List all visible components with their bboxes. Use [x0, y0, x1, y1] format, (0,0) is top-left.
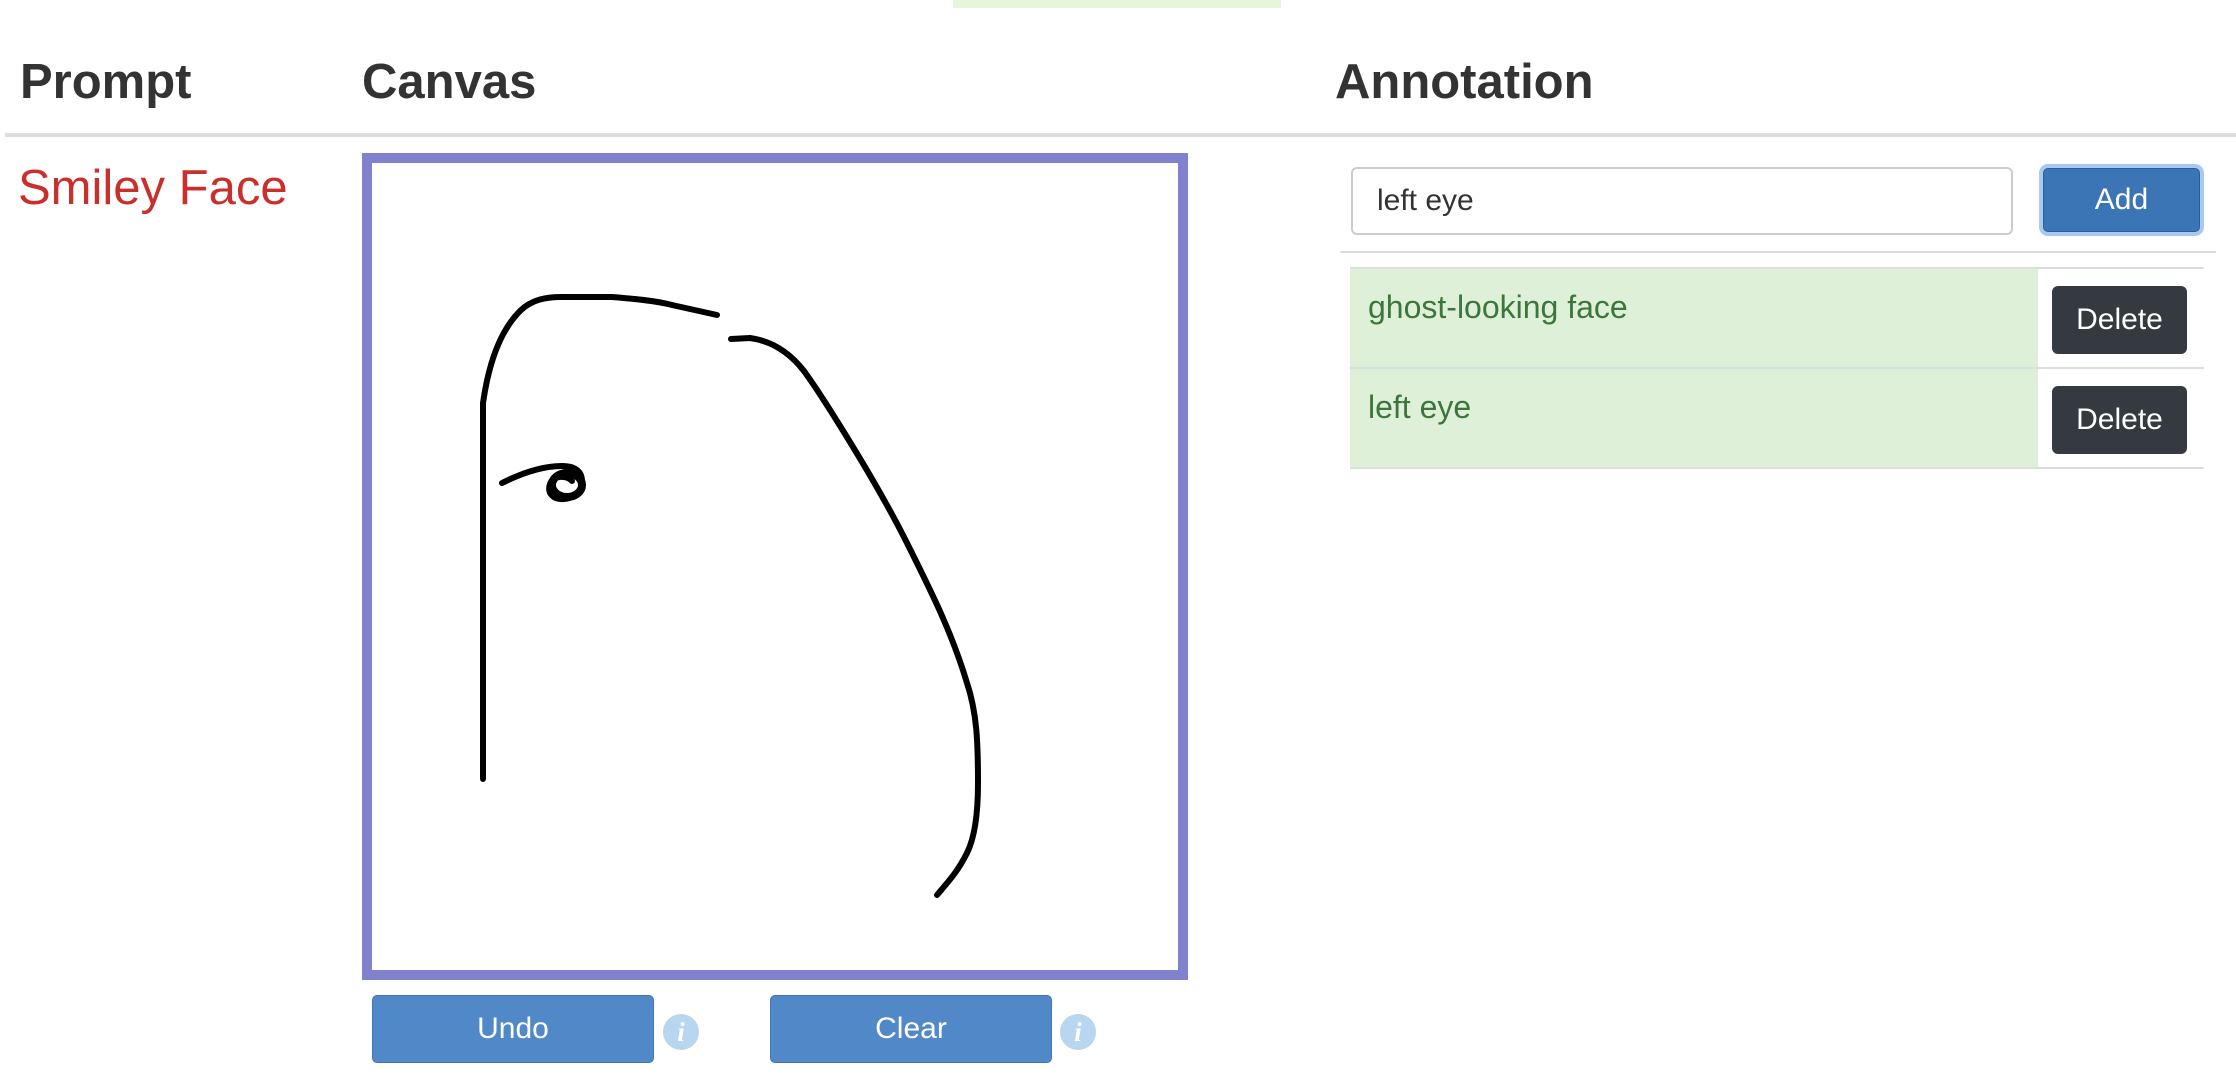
table-header: Prompt Canvas Annotation: [0, 50, 2236, 134]
face-outline-left-stroke: [480, 294, 720, 782]
annotation-input[interactable]: [1351, 167, 2013, 235]
canvas-drawing: [480, 294, 981, 898]
drawing-canvas[interactable]: [362, 153, 1188, 980]
top-notification-strip: [953, 0, 1281, 8]
annotation-label: ghost-looking face: [1350, 269, 2038, 367]
annotation-row: ghost-looking face Delete: [1350, 269, 2204, 369]
clear-button[interactable]: Clear: [770, 995, 1052, 1063]
canvas-column-title: Canvas: [362, 55, 537, 109]
prompt-column-title: Prompt: [20, 55, 192, 109]
annotation-list: ghost-looking face Delete left eye Delet…: [1350, 267, 2204, 469]
delete-annotation-button[interactable]: Delete: [2052, 386, 2187, 454]
annotation-label: left eye: [1350, 369, 2038, 467]
annotation-row: left eye Delete: [1350, 369, 2204, 469]
annotation-divider: [1340, 251, 2216, 253]
annotation-column-title: Annotation: [1335, 55, 1594, 109]
undo-button[interactable]: Undo: [372, 995, 654, 1063]
add-annotation-button[interactable]: Add: [2043, 168, 2200, 232]
eye-pupil: [548, 469, 586, 501]
prompt-text: Smiley Face: [18, 161, 288, 215]
header-divider: [5, 133, 2236, 137]
clear-info-icon[interactable]: i: [1060, 1014, 1096, 1050]
undo-info-icon[interactable]: i: [663, 1014, 699, 1050]
delete-annotation-button[interactable]: Delete: [2052, 286, 2187, 354]
face-outline-right-stroke: [728, 335, 981, 898]
